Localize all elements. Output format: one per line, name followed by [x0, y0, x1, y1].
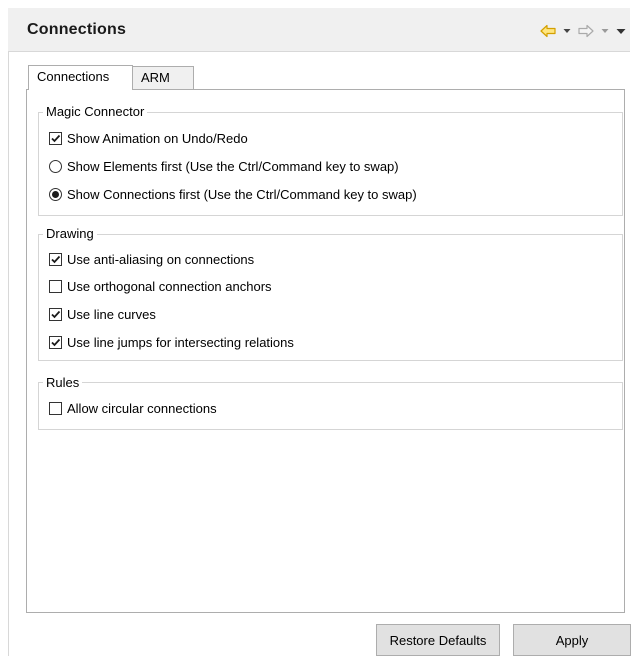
back-button[interactable] — [540, 24, 556, 38]
show-connections-first-radio[interactable]: Show Connections first (Use the Ctrl/Com… — [49, 185, 417, 203]
forward-button[interactable] — [578, 24, 594, 38]
back-arrow-icon — [540, 24, 556, 38]
checkbox-checked[interactable] — [49, 335, 62, 349]
forward-history-dropdown[interactable] — [601, 28, 609, 34]
apply-button[interactable]: Apply — [513, 624, 631, 656]
chevron-down-icon — [601, 29, 609, 33]
restore-defaults-button[interactable]: Restore Defaults — [376, 624, 500, 656]
checkmark-icon — [51, 338, 61, 346]
title-bar: Connections — [8, 8, 630, 52]
view-menu-icon — [616, 28, 626, 34]
radio-selected[interactable] — [49, 187, 62, 201]
checkbox-checked[interactable] — [49, 252, 62, 266]
checkmark-icon — [51, 310, 61, 318]
line-curves-checkbox[interactable]: Use line curves — [49, 305, 156, 323]
show-elements-first-radio[interactable]: Show Elements first (Use the Ctrl/Comman… — [49, 157, 399, 175]
view-menu-button[interactable] — [616, 28, 626, 35]
circular-connections-checkbox[interactable]: Allow circular connections — [49, 399, 217, 417]
radio-unselected[interactable] — [49, 159, 62, 173]
checkbox-unchecked[interactable] — [49, 279, 62, 293]
back-history-dropdown[interactable] — [563, 28, 571, 34]
line-jumps-checkbox[interactable]: Use line jumps for intersecting relation… — [49, 333, 294, 351]
preferences-page: Connections Connections ARM Magic Connec… — [0, 0, 631, 656]
orthogonal-anchors-checkbox[interactable]: Use orthogonal connection anchors — [49, 277, 272, 295]
checkbox-checked[interactable] — [49, 131, 62, 145]
checkmark-icon — [51, 255, 61, 263]
rules-group-label: Rules — [43, 375, 83, 390]
checkbox-label: Use line curves — [67, 306, 156, 322]
tab-connections[interactable]: Connections — [28, 65, 133, 90]
left-border — [8, 52, 9, 656]
checkbox-label: Show Animation on Undo/Redo — [67, 130, 248, 146]
checkmark-icon — [51, 134, 61, 142]
show-animation-checkbox[interactable]: Show Animation on Undo/Redo — [49, 129, 248, 147]
checkbox-checked[interactable] — [49, 307, 62, 321]
chevron-down-icon — [563, 29, 571, 33]
navigation-toolbar — [540, 22, 626, 40]
magic-connector-group-label: Magic Connector — [43, 104, 148, 119]
checkbox-unchecked[interactable] — [49, 401, 62, 415]
anti-aliasing-checkbox[interactable]: Use anti-aliasing on connections — [49, 250, 254, 268]
drawing-group-label: Drawing — [43, 226, 97, 241]
tab-arm[interactable]: ARM — [133, 66, 194, 89]
checkbox-label: Allow circular connections — [67, 400, 217, 416]
page-title: Connections — [27, 21, 127, 38]
forward-arrow-icon — [578, 24, 594, 38]
radio-label: Show Connections first (Use the Ctrl/Com… — [67, 186, 417, 202]
checkbox-label: Use anti-aliasing on connections — [67, 251, 255, 267]
checkbox-label: Use line jumps for intersecting relation… — [67, 334, 294, 350]
radio-label: Show Elements first (Use the Ctrl/Comman… — [67, 158, 399, 174]
radio-dot — [52, 190, 59, 198]
checkbox-label: Use orthogonal connection anchors — [67, 278, 272, 294]
